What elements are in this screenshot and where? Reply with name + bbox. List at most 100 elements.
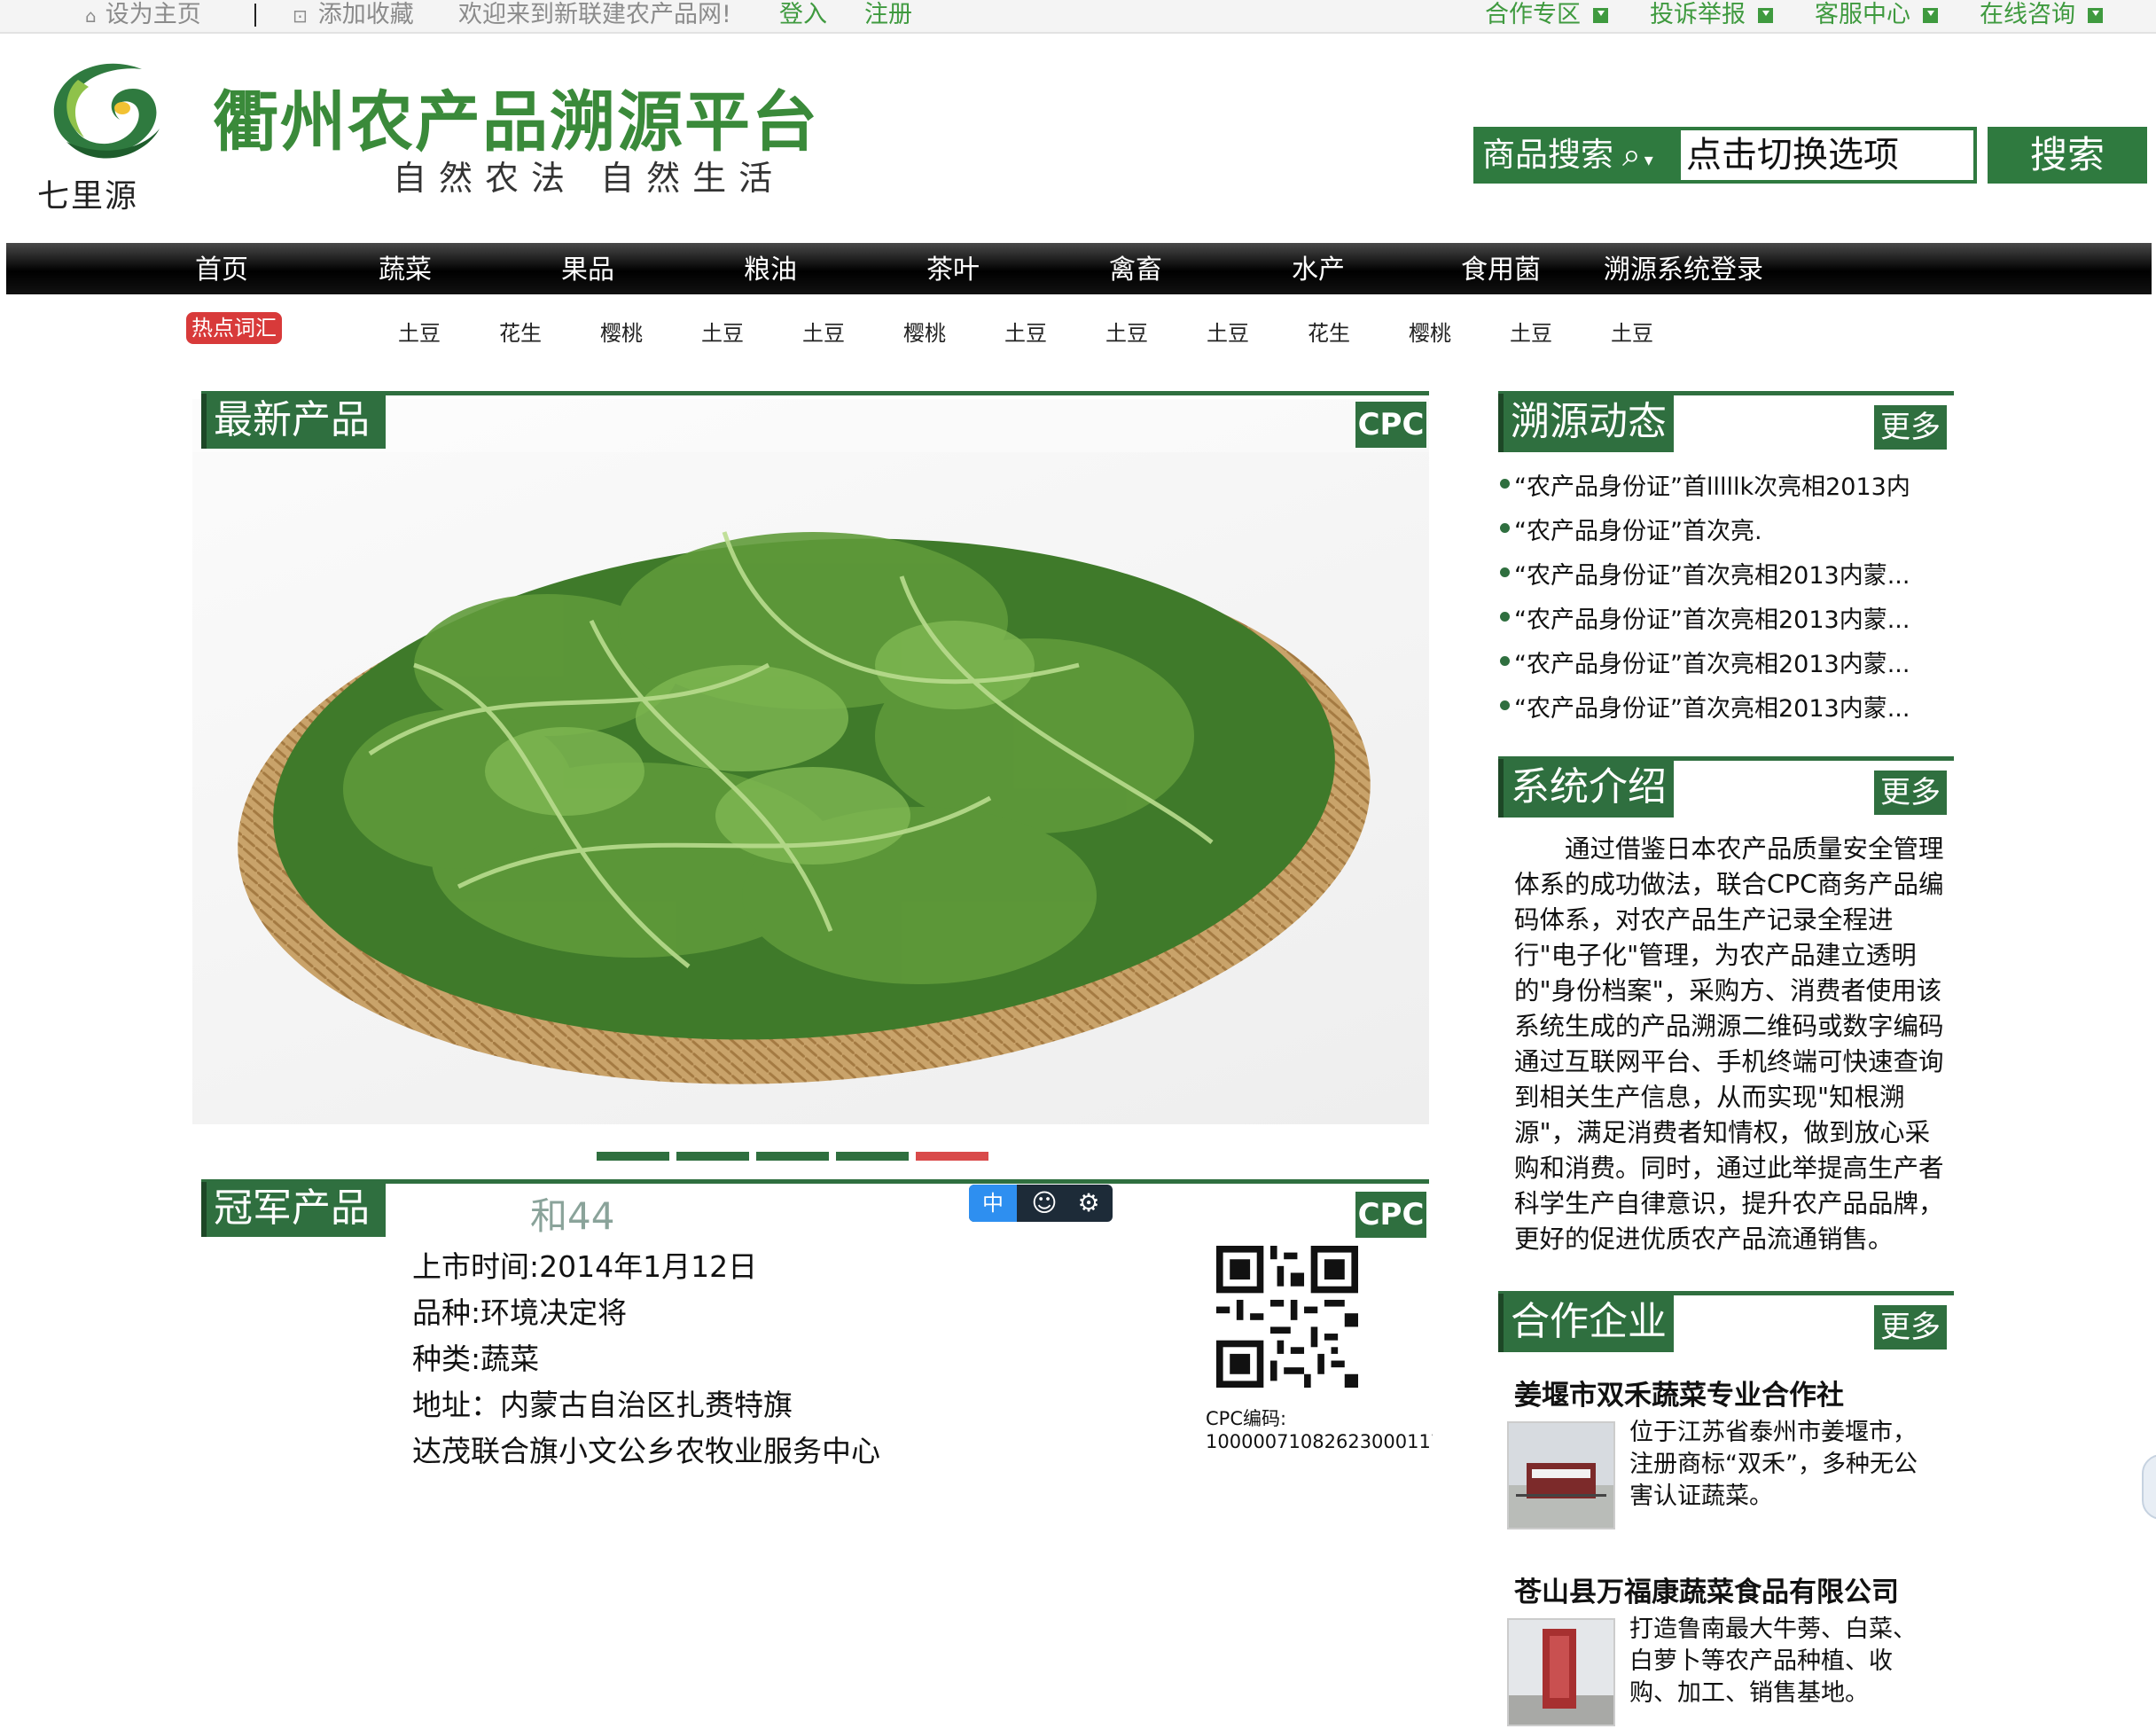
nav-item-fruits[interactable]: 果品 <box>561 243 614 294</box>
main-nav: 首页 蔬菜 果品 粮油 茶叶 禽畜 水产 食用菌 溯源系统登录 <box>6 243 2152 294</box>
side-float-button[interactable] <box>2142 1454 2156 1520</box>
logo-text: 七里源 <box>37 178 139 215</box>
partners-title: 合作企业 <box>1498 1294 1674 1352</box>
emoji-icon[interactable]: ☺ <box>1024 1185 1065 1222</box>
nav-item-home[interactable]: 首页 <box>195 243 248 294</box>
search-icon: ⌕ <box>1622 136 1641 174</box>
topbar-link-label: 在线咨询 <box>1980 1 2075 28</box>
news-item[interactable]: “农产品身份证”首次亮相2013内蒙... <box>1499 645 1910 679</box>
dropdown-icon <box>1593 8 1608 23</box>
nav-item-tea[interactable]: 茶叶 <box>926 243 980 294</box>
dropdown-icon <box>1923 8 1938 23</box>
slider-dot[interactable] <box>597 1152 669 1161</box>
building-image <box>1509 1620 1613 1725</box>
hot-word-link[interactable]: 樱桃 <box>1409 316 1451 347</box>
partners-more-button[interactable]: 更多 <box>1874 1305 1947 1350</box>
news-more-button[interactable]: 更多 <box>1874 405 1947 450</box>
news-item[interactable]: “农产品身份证”首次亮. <box>1500 512 1762 546</box>
search-category-select[interactable]: 商品搜索 ⌕ ▾ <box>1473 127 1677 184</box>
partner-description: 位于江苏省泰州市姜堰市，注册商标“双禾”，多种无公害认证蔬菜。 <box>1629 1419 1918 1510</box>
partner-photo[interactable] <box>1507 1421 1615 1530</box>
cpc-code-label: CPC编码: <box>1206 1408 1287 1429</box>
topbar-link-label: 合作专区 <box>1485 1 1581 28</box>
topbar-link-consult[interactable]: 在线咨询 <box>1980 0 2103 32</box>
cpc-badge: CPC <box>1355 402 1426 448</box>
slider-dot[interactable] <box>836 1152 909 1161</box>
latest-product-title: 最新产品 <box>201 394 386 449</box>
set-home-label: 设为主页 <box>105 1 201 28</box>
welcome-text: 欢迎来到新联建农产品网! <box>458 1 731 28</box>
hot-word-link[interactable]: 花生 <box>499 316 542 347</box>
nav-item-fungi[interactable]: 食用菌 <box>1461 243 1541 294</box>
login-link[interactable]: 登入 <box>779 0 827 32</box>
system-intro-text: 通过借鉴日本农产品质量安全管理体系的成功做法，联合CPC商务产品编码体系，对农产… <box>1514 834 1944 1254</box>
bookmark-icon: ⊡ <box>293 5 308 27</box>
trace-news-title: 溯源动态 <box>1498 394 1674 452</box>
divider <box>254 4 256 27</box>
add-favorite-link[interactable]: ⊡ 添加收藏 <box>293 0 414 32</box>
add-favorite-label: 添加收藏 <box>317 1 414 28</box>
champion-detail-address-line2: 达茂联合旗小文公乡农牧业服务中心 <box>412 1434 880 1468</box>
site-title: 衢州农产品溯源平台 <box>213 84 819 160</box>
slider-dot[interactable] <box>676 1152 749 1161</box>
partner-name[interactable]: 苍山县万福康蔬菜食品有限公司 <box>1514 1569 1899 1609</box>
topbar-link-complaint[interactable]: 投诉举报 <box>1650 0 1773 32</box>
top-bar: ⌂ 设为主页 ⊡ 添加收藏 欢迎来到新联建农产品网! 登入 注册 合作专区 投诉举报… <box>0 0 2156 34</box>
hot-word-link[interactable]: 花生 <box>1308 316 1350 347</box>
hot-word-link[interactable]: 樱桃 <box>903 316 946 347</box>
champion-product-name[interactable]: 和44 <box>530 1186 614 1240</box>
hot-word-link[interactable]: 土豆 <box>1611 316 1653 347</box>
qr-code-icon[interactable] <box>1216 1246 1358 1388</box>
hot-word-link[interactable]: 土豆 <box>1207 316 1249 347</box>
champion-product-title: 冠军产品 <box>201 1182 386 1237</box>
search-input[interactable]: 点击切换选项 <box>1677 127 1977 184</box>
hot-words-badge: 热点词汇 <box>186 312 282 344</box>
intro-more-button[interactable]: 更多 <box>1874 771 1947 815</box>
set-home-link[interactable]: ⌂ 设为主页 <box>85 0 201 32</box>
hot-word-link[interactable]: 土豆 <box>1510 316 1552 347</box>
settings-icon[interactable]: ⚙ <box>1068 1185 1109 1222</box>
hot-word-link[interactable]: 土豆 <box>701 316 744 347</box>
hot-word-link[interactable]: 土豆 <box>802 316 845 347</box>
slider-dot-active[interactable] <box>916 1152 988 1161</box>
cpc-code-value: 100000710826230001170 <box>1206 1431 1433 1452</box>
ime-language-toggle[interactable]: 中 <box>969 1185 1017 1222</box>
system-intro-title: 系统介绍 <box>1498 759 1674 818</box>
ime-toolbar: 中 ☺ ⚙ <box>969 1185 1113 1222</box>
chevron-down-icon: ▾ <box>1644 149 1653 170</box>
slider-dot[interactable] <box>756 1152 829 1161</box>
home-icon: ⌂ <box>85 5 97 27</box>
search-button[interactable]: 搜索 <box>1988 127 2147 184</box>
news-item[interactable]: “农产品身份证”首次亮相2013内蒙... <box>1499 600 1910 635</box>
champion-detail-date: 上市时间:2014年1月12日 <box>412 1249 758 1284</box>
cpc-badge: CPC <box>1355 1192 1426 1238</box>
nav-item-trace-login[interactable]: 溯源系统登录 <box>1604 243 1763 294</box>
nav-item-vegetables[interactable]: 蔬菜 <box>379 243 432 294</box>
news-item[interactable]: “农产品身份证”首次亮相2013内蒙... <box>1499 689 1910 724</box>
register-link[interactable]: 注册 <box>864 0 912 32</box>
search-bar: 商品搜索 ⌕ ▾ 点击切换选项 搜索 <box>1473 127 2147 184</box>
hot-word-link[interactable]: 樱桃 <box>600 316 643 347</box>
champion-detail-category: 种类:蔬菜 <box>412 1342 540 1376</box>
partner-description: 打造鲁南最大牛蒡、白菜、白萝卜等农产品种植、收购、加工、销售基地。 <box>1629 1616 1917 1707</box>
search-category-label: 商品搜索 <box>1482 136 1613 174</box>
site-slogan: 自然农法 自然生活 <box>393 159 785 198</box>
topbar-link-cooperation[interactable]: 合作专区 <box>1485 0 1608 32</box>
partner-name[interactable]: 姜堰市双禾蔬菜专业合作社 <box>1514 1373 1844 1412</box>
vegetable-basket-image <box>192 399 1429 1084</box>
champion-detail-address: 地址：内蒙古自治区扎赉特旗 <box>412 1388 793 1422</box>
topbar-link-service[interactable]: 客服中心 <box>1815 0 1938 32</box>
hot-word-link[interactable]: 土豆 <box>1105 316 1148 347</box>
nav-item-livestock[interactable]: 禽畜 <box>1109 243 1162 294</box>
nav-item-grain-oil[interactable]: 粮油 <box>744 243 797 294</box>
hot-word-link[interactable]: 土豆 <box>1004 316 1047 347</box>
dropdown-icon <box>2088 8 2103 23</box>
news-item[interactable]: “农产品身份证”首次亮相2013内蒙... <box>1499 556 1910 591</box>
hot-word-link[interactable]: 土豆 <box>398 316 441 347</box>
news-item[interactable]: “农产品身份证”首lllllk次亮相2013内 <box>1500 467 1910 502</box>
building-image <box>1509 1423 1613 1528</box>
nav-item-aquatic[interactable]: 水产 <box>1292 243 1345 294</box>
partner-photo[interactable] <box>1507 1618 1615 1726</box>
latest-product-image[interactable] <box>192 399 1429 1124</box>
logo-swirl-icon[interactable] <box>35 53 168 168</box>
